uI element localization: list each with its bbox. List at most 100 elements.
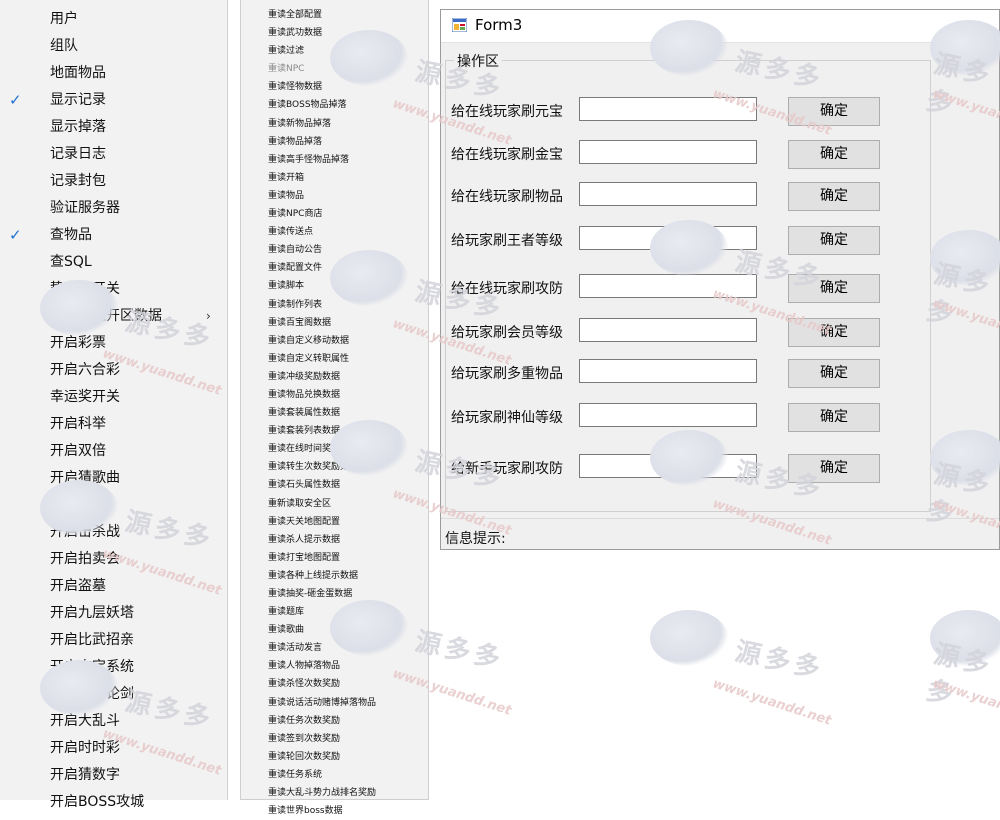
reload-menu-item[interactable]: 重读签到次数奖励 xyxy=(241,730,428,748)
menu-item[interactable]: 记录日志 xyxy=(0,141,227,168)
menu-item[interactable]: 开启夺宝系统 xyxy=(0,654,227,681)
confirm-button[interactable]: 确定 xyxy=(788,454,880,483)
reload-menu-item[interactable]: 重读任务系统 xyxy=(241,766,428,784)
menu-item[interactable]: 组队 xyxy=(0,33,227,60)
reload-menu-item[interactable]: 重读套装属性数据 xyxy=(241,404,428,422)
reload-menu-item[interactable]: 重读打宝地图配置 xyxy=(241,549,428,567)
reload-menu-item[interactable]: 重读世界boss数据 xyxy=(241,802,428,820)
reload-menu-item[interactable]: 重读轮回次数奖励 xyxy=(241,748,428,766)
title-bar[interactable]: Form3 xyxy=(441,10,999,43)
row-input[interactable] xyxy=(579,140,757,164)
reload-menu-item[interactable]: 重读物品掉落 xyxy=(241,133,428,151)
reload-menu-item[interactable]: 重读自动公告 xyxy=(241,241,428,259)
reload-menu-item[interactable]: 重读过滤 xyxy=(241,42,428,60)
row-input[interactable] xyxy=(579,403,757,427)
menu-item[interactable]: 开启猜歌曲 xyxy=(0,465,227,492)
reload-menu-item[interactable]: 重读开箱 xyxy=(241,169,428,187)
menu-item[interactable]: 势力战开关 xyxy=(0,276,227,303)
row-input[interactable] xyxy=(579,359,757,383)
reload-menu-item[interactable]: 重读自定义移动数据 xyxy=(241,332,428,350)
reload-menu-item[interactable]: 重读传送点 xyxy=(241,223,428,241)
menu-item[interactable]: 记录封包 xyxy=(0,168,227,195)
operation-group: 操作区 给在线玩家刷元宝 确定 给在线玩家刷金宝 确定 给在线玩家刷物品 确定 给玩家刷王者… xyxy=(445,51,931,512)
reload-menu-item[interactable]: 重读配置文件 xyxy=(241,259,428,277)
reload-menu-item[interactable]: 重读物品 xyxy=(241,187,428,205)
confirm-button[interactable]: 确定 xyxy=(788,403,880,432)
row-input[interactable] xyxy=(579,182,757,206)
form3-window: Form3 操作区 给在线玩家刷元宝 确定 给在线玩家刷金宝 确定 给在线玩家刷物品 确定… xyxy=(440,9,1000,550)
reload-menu-item[interactable]: 重读新物品掉落 xyxy=(241,115,428,133)
reload-menu-item[interactable]: 重读歌曲 xyxy=(241,621,428,639)
menu-item-label: 开启拍卖会 xyxy=(50,551,120,567)
menu-item[interactable]: 地面物品 xyxy=(0,60,227,87)
menu-item[interactable]: 开启六合彩 xyxy=(0,357,227,384)
menu-item[interactable]: ✓ 查物品 xyxy=(0,222,227,249)
reload-menu-item[interactable]: 重读题库 xyxy=(241,603,428,621)
status-separator xyxy=(441,518,999,519)
reload-menu-item[interactable]: 重读全部配置 xyxy=(241,6,428,24)
menu-item[interactable]: ✓ 显示记录 xyxy=(0,87,227,114)
confirm-button[interactable]: 确定 xyxy=(788,274,880,303)
reload-menu-item[interactable]: 重读套装列表数据 xyxy=(241,422,428,440)
reload-menu-item[interactable]: 重读任务次数奖励 xyxy=(241,712,428,730)
menu-item[interactable]: 验证服务器 xyxy=(0,195,227,222)
row-input[interactable] xyxy=(579,274,757,298)
confirm-button[interactable]: 确定 xyxy=(788,182,880,211)
row-label: 给在线玩家刷物品 xyxy=(451,189,563,205)
reload-menu-item[interactable]: 重读怪物数据 xyxy=(241,78,428,96)
reload-menu-item[interactable]: 重读百宝阁数据 xyxy=(241,314,428,332)
menu-item[interactable]: 开启九层妖塔 xyxy=(0,600,227,627)
menu-item[interactable]: 开启击杀战 xyxy=(0,519,227,546)
menu-item[interactable]: 一键清理开区数据 › xyxy=(0,303,227,330)
reload-menu-item[interactable]: 重读冲级奖励数据 xyxy=(241,368,428,386)
reload-menu-item[interactable]: 重读物品兑换数据 xyxy=(241,386,428,404)
row-input[interactable] xyxy=(579,97,757,121)
reload-menu-item[interactable]: 重读高手怪物品掉落 xyxy=(241,151,428,169)
reload-menu-item[interactable]: 重读杀怪次数奖励 xyxy=(241,675,428,693)
reload-menu-item[interactable]: 重读活动发言 xyxy=(241,639,428,657)
reload-menu-item[interactable]: 重读石头属性数据 xyxy=(241,476,428,494)
reload-menu-item[interactable]: 重读在线时间奖励数据 xyxy=(241,440,428,458)
menu-item[interactable]: 开启盗墓 xyxy=(0,573,227,600)
menu-item[interactable]: 开启科举 xyxy=(0,411,227,438)
reload-menu-item[interactable]: 重读武功数据 xyxy=(241,24,428,42)
menu-item[interactable]: 显示掉落 xyxy=(0,114,227,141)
confirm-button[interactable]: 确定 xyxy=(788,226,880,255)
menu-item[interactable]: 开启BOSS攻城 xyxy=(0,789,227,816)
confirm-button[interactable]: 确定 xyxy=(788,359,880,388)
menu-item[interactable]: 开启时时彩 xyxy=(0,735,227,762)
reload-menu-item[interactable]: 重读各种上线提示数据 xyxy=(241,567,428,585)
confirm-button[interactable]: 确定 xyxy=(788,140,880,169)
reload-menu-item[interactable]: 重读自定义转职属性 xyxy=(241,350,428,368)
menu-item[interactable]: 开启攻城 xyxy=(0,492,227,519)
reload-menu-item: 重读NPC xyxy=(268,64,305,75)
menu-item[interactable]: 开启拍卖会 xyxy=(0,546,227,573)
reload-menu-item[interactable]: 重读抽奖-砸金蛋数据 xyxy=(241,585,428,603)
row-input[interactable] xyxy=(579,318,757,342)
confirm-button[interactable]: 确定 xyxy=(788,318,880,347)
reload-menu-item[interactable]: 重读大乱斗势力战排名奖励 xyxy=(241,784,428,802)
reload-menu-item[interactable]: 重读杀人提示数据 xyxy=(241,531,428,549)
reload-menu-item[interactable]: 重读制作列表 xyxy=(241,296,428,314)
reload-menu-item[interactable]: 重读脚本 xyxy=(241,277,428,295)
menu-item[interactable]: 用户 xyxy=(0,6,227,33)
reload-menu-item[interactable]: 重读说话活动赌博掉落物品 xyxy=(241,694,428,712)
menu-item[interactable]: 开启大乱斗 xyxy=(0,708,227,735)
menu-item-label: 验证服务器 xyxy=(50,200,120,216)
reload-menu-item[interactable]: 重新读取安全区 xyxy=(241,495,428,513)
menu-item[interactable]: 查SQL xyxy=(0,249,227,276)
menu-item[interactable]: 开启双倍 xyxy=(0,438,227,465)
reload-menu-item[interactable]: 重读天关地图配置 xyxy=(241,513,428,531)
menu-item[interactable]: 开启猜数字 xyxy=(0,762,227,789)
row-input[interactable] xyxy=(579,226,757,250)
menu-item[interactable]: 开启华山论剑 xyxy=(0,681,227,708)
reload-menu-item[interactable]: 重读人物掉落物品 xyxy=(241,657,428,675)
menu-item[interactable]: 幸运奖开关 xyxy=(0,384,227,411)
reload-menu-item[interactable]: 重读NPC商店 xyxy=(241,205,428,223)
reload-menu-item[interactable]: 重读BOSS物品掉落 xyxy=(241,96,428,114)
menu-item[interactable]: 开启比武招亲 xyxy=(0,627,227,654)
row-input[interactable] xyxy=(579,454,757,478)
confirm-button[interactable]: 确定 xyxy=(788,97,880,126)
reload-menu-item[interactable]: 重读转生次数奖励数据 xyxy=(241,458,428,476)
menu-item[interactable]: 开启彩票 xyxy=(0,330,227,357)
